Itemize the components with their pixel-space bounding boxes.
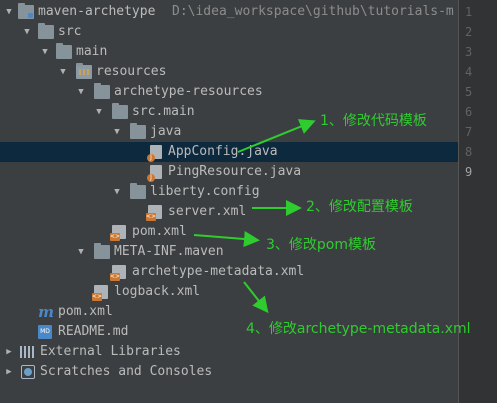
- tree-node-label: archetype-metadata.xml: [132, 264, 305, 279]
- markdown-file-icon: MD: [38, 325, 52, 339]
- tree-node-pom-xml-inner[interactable]: <> pom.xml: [0, 222, 458, 242]
- tree-node-label: pom.xml: [132, 224, 187, 239]
- tree-node-label: Scratches and Consoles: [40, 364, 213, 379]
- chevron-down-icon[interactable]: ▼: [40, 42, 50, 62]
- tree-node-pingresource-java[interactable]: J PingResource.java: [0, 162, 458, 182]
- chevron-down-icon[interactable]: ▼: [76, 242, 86, 262]
- java-file-icon: J: [147, 145, 162, 162]
- tree-node-main[interactable]: ▼ main: [0, 42, 458, 62]
- tree-node-label: src.main: [132, 104, 195, 119]
- line-number: 2: [465, 25, 473, 39]
- chevron-down-icon[interactable]: ▼: [22, 22, 32, 42]
- tree-node-label: logback.xml: [114, 284, 201, 299]
- tree-node-label: META-INF.maven: [114, 244, 224, 259]
- module-folder-icon: [18, 3, 34, 19]
- annotation-4: 4、修改archetype-metadata.xml: [246, 321, 471, 337]
- chevron-down-icon[interactable]: ▼: [76, 82, 86, 102]
- folder-icon: [56, 43, 72, 59]
- tree-node-archetype-resources[interactable]: ▼ archetype-resources: [0, 82, 458, 102]
- tree-node-label: README.md: [58, 324, 129, 339]
- xml-file-icon: <>: [110, 225, 126, 241]
- line-number: 7: [465, 125, 473, 139]
- tree-node-label: java: [150, 124, 182, 139]
- line-number-gutter: 1 2 3 4 5 6 7 8 9: [458, 0, 497, 403]
- tree-node-src[interactable]: ▼ src: [0, 22, 458, 42]
- tree-node-label: server.xml: [168, 204, 247, 219]
- scratches-icon: [21, 365, 35, 379]
- line-number: 1: [465, 5, 473, 19]
- chevron-right-icon[interactable]: ▶: [4, 342, 14, 362]
- project-path: D:\idea_workspace\github\tutorials-m: [172, 4, 454, 19]
- xml-file-icon: <>: [110, 265, 126, 281]
- java-file-icon: J: [147, 165, 162, 182]
- chevron-down-icon[interactable]: ▼: [112, 182, 122, 202]
- tree-node-label: pom.xml: [58, 304, 113, 319]
- annotation-2: 2、修改配置模板: [306, 199, 413, 215]
- maven-icon: m: [38, 303, 54, 321]
- line-number: 8: [465, 145, 473, 159]
- tree-node-label: resources: [96, 64, 167, 79]
- folder-icon: [94, 83, 110, 99]
- tree-node-meta-inf-maven[interactable]: ▼ META-INF.maven: [0, 242, 458, 262]
- folder-icon: [130, 183, 146, 199]
- tree-node-label: AppConfig.java: [168, 144, 278, 159]
- chevron-down-icon[interactable]: ▼: [58, 62, 68, 82]
- tree-node-resources[interactable]: ▼ resources: [0, 62, 458, 82]
- line-number: 5: [465, 85, 473, 99]
- chevron-down-icon[interactable]: ▼: [4, 2, 14, 22]
- tree-node-logback-xml[interactable]: <> logback.xml: [0, 282, 458, 302]
- chevron-right-icon[interactable]: ▶: [4, 362, 14, 382]
- line-number: 6: [465, 105, 473, 119]
- tree-node-label: PingResource.java: [168, 164, 302, 179]
- line-number: 3: [465, 45, 473, 59]
- libraries-icon: [20, 346, 34, 358]
- xml-file-icon: <>: [146, 205, 162, 221]
- tree-node-label: maven-archetype: [38, 4, 156, 19]
- tree-node-label: main: [76, 44, 108, 59]
- line-number: 4: [465, 65, 473, 79]
- line-number: 9: [465, 165, 473, 179]
- tree-node-appconfig-java[interactable]: J AppConfig.java: [0, 142, 458, 162]
- annotation-1: 1、修改代码模板: [320, 113, 427, 129]
- xml-file-icon: <>: [92, 285, 108, 301]
- folder-icon: [112, 103, 128, 119]
- folder-icon: [130, 123, 146, 139]
- tree-node-label: liberty.config: [150, 184, 260, 199]
- tree-node-label: External Libraries: [40, 344, 181, 359]
- chevron-down-icon[interactable]: ▼: [112, 122, 122, 142]
- tree-node-label: archetype-resources: [114, 84, 263, 99]
- tree-node-scratches-and-consoles[interactable]: ▶ Scratches and Consoles: [0, 362, 458, 382]
- annotation-3: 3、修改pom模板: [266, 237, 376, 253]
- chevron-down-icon[interactable]: ▼: [94, 102, 104, 122]
- folder-icon: [94, 243, 110, 259]
- tree-node-maven-archetype[interactable]: ▼ maven-archetype D:\idea_workspace\gith…: [0, 2, 458, 22]
- tree-node-archetype-metadata-xml[interactable]: <> archetype-metadata.xml: [0, 262, 458, 282]
- resources-folder-icon: [76, 63, 92, 79]
- tree-node-label: src: [58, 24, 82, 39]
- tree-node-external-libraries[interactable]: ▶ External Libraries: [0, 342, 458, 362]
- folder-icon: [38, 23, 54, 39]
